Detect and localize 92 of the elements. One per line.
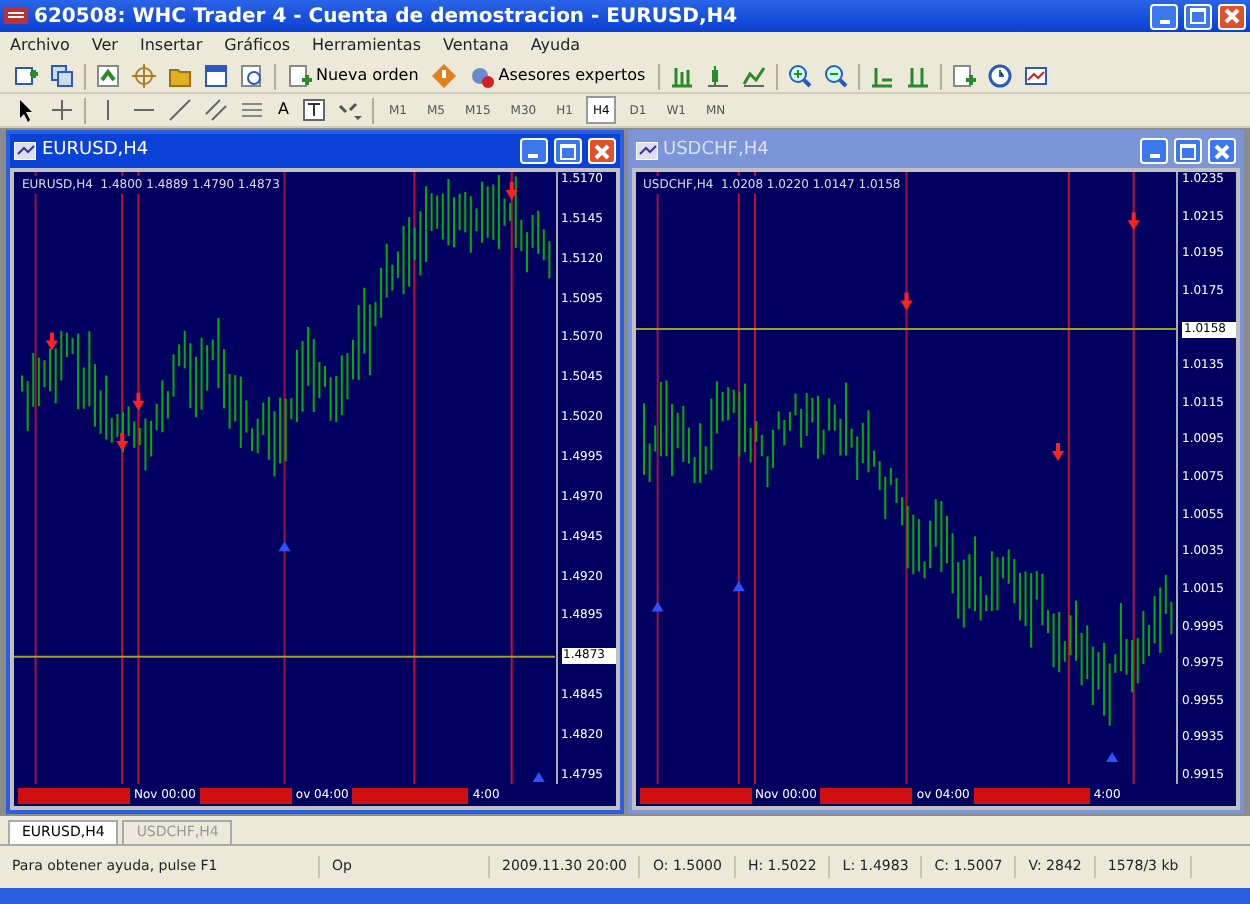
up-arrow-icon <box>1105 751 1118 762</box>
clock-icon <box>987 64 1012 88</box>
time-label-highlight <box>820 787 913 803</box>
down-arrow-icon <box>505 182 518 201</box>
maximize-icon <box>1190 8 1206 24</box>
close-button[interactable] <box>1208 138 1236 164</box>
zoom-out-button[interactable] <box>821 62 850 90</box>
auto-scroll-icon <box>869 64 894 88</box>
trendline-button[interactable] <box>166 96 194 124</box>
maximize-button[interactable] <box>1184 3 1212 29</box>
chart-title: EURUSD,H4 <box>42 137 151 164</box>
profiles-icon <box>50 64 74 88</box>
trendline-icon <box>168 98 192 122</box>
text-label-icon <box>302 98 327 122</box>
time-label-highlight <box>18 787 130 803</box>
bar-chart-button[interactable] <box>667 62 696 90</box>
menu-item[interactable]: Archivo <box>10 34 70 58</box>
auto-scroll-button[interactable] <box>867 62 896 90</box>
close-button[interactable] <box>1218 3 1246 29</box>
text-tool-button[interactable]: A <box>274 95 293 125</box>
candle-chart-button[interactable] <box>703 62 732 90</box>
down-arrow-icon <box>899 292 912 311</box>
window-icon <box>204 64 228 88</box>
down-arrow-icon <box>132 392 145 411</box>
minimize-button[interactable] <box>1140 138 1168 164</box>
alert-button[interactable] <box>430 62 459 90</box>
alert-icon <box>432 64 457 88</box>
zoom-out-icon <box>823 64 848 88</box>
menu-item[interactable]: Ayuda <box>530 34 581 58</box>
new-chart-icon <box>14 64 38 88</box>
line-chart-icon <box>741 64 766 88</box>
menu-item[interactable]: Gráficos <box>224 34 290 58</box>
cursor-icon <box>14 98 38 122</box>
arrows-icon <box>338 98 363 122</box>
time-label-highlight <box>973 787 1090 803</box>
bar-chart-icon <box>669 64 694 88</box>
zoom-in-icon <box>787 64 812 88</box>
menu-item[interactable]: Insertar <box>139 34 203 58</box>
down-arrow-icon <box>1050 442 1063 461</box>
close-icon <box>1214 143 1230 159</box>
menu-item[interactable]: Ventana <box>443 34 509 58</box>
clock-button[interactable] <box>985 62 1014 90</box>
minimize-button[interactable] <box>1150 3 1178 29</box>
close-icon <box>593 143 609 159</box>
template-button[interactable] <box>1021 62 1050 90</box>
chart-shift-button[interactable] <box>903 62 932 90</box>
time-label-highlight <box>199 787 292 803</box>
crosshair-button[interactable] <box>130 62 158 90</box>
up-arrow-icon <box>278 541 291 552</box>
close-button[interactable] <box>587 138 615 164</box>
chart-icon <box>14 142 36 160</box>
text-label-button[interactable] <box>300 96 329 124</box>
maximize-icon <box>1180 143 1196 159</box>
up-arrow-icon <box>731 581 744 592</box>
down-arrow-icon <box>1126 212 1139 231</box>
chart-icon <box>635 142 657 160</box>
window-title: 620508: WHC Trader 4 - Cuenta de demostracion - EURUSD,H4 <box>34 3 740 31</box>
folder-icon <box>168 64 192 88</box>
down-arrow-icon <box>45 332 58 351</box>
up-arrow-icon <box>650 601 663 612</box>
minimize-icon <box>1159 19 1169 23</box>
maximize-icon <box>559 143 575 159</box>
menu-item[interactable]: Ver <box>91 34 118 58</box>
maximize-button[interactable] <box>1174 138 1202 164</box>
new-chart-button[interactable] <box>12 62 40 90</box>
app-icon <box>4 6 28 26</box>
candle-chart-icon <box>705 64 730 88</box>
channel-icon <box>204 98 228 122</box>
minimize-button[interactable] <box>519 138 547 164</box>
time-label-highlight <box>352 787 469 803</box>
toolbar-button[interactable]: Asesores expertos <box>466 61 650 91</box>
down-arrow-icon <box>116 432 129 451</box>
menu-item[interactable]: Herramientas <box>312 34 421 58</box>
channel-button[interactable] <box>202 96 230 124</box>
line-chart-button[interactable] <box>739 62 768 90</box>
chart-shift-icon <box>905 64 930 88</box>
order-icon <box>288 64 312 88</box>
close-icon <box>1224 8 1240 24</box>
crosshair-icon <box>132 64 156 88</box>
chart-title: USDCHF,H4 <box>663 137 771 164</box>
template-icon <box>1023 64 1048 88</box>
zoom-in-button[interactable] <box>785 62 814 90</box>
maximize-button[interactable] <box>553 138 581 164</box>
crosshair-icon <box>50 98 74 122</box>
minimize-icon <box>1149 154 1159 158</box>
toolbar-button[interactable]: Nueva orden <box>284 61 423 91</box>
minimize-icon <box>528 154 538 158</box>
time-label-highlight <box>639 787 751 803</box>
crosshair-button[interactable] <box>48 96 76 124</box>
window-button[interactable] <box>202 62 230 90</box>
up-arrow-icon <box>532 771 545 782</box>
profiles-button[interactable] <box>48 62 76 90</box>
